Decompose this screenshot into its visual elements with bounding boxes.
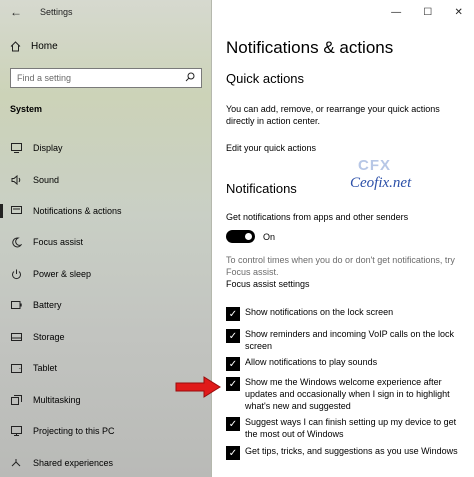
watermark-text: Ceofix.net	[350, 175, 412, 191]
projecting-icon	[11, 426, 22, 437]
home-icon	[10, 41, 21, 52]
sidebar-item-label: Multitasking	[33, 395, 81, 405]
minimize-icon[interactable]: —	[391, 7, 401, 18]
sidebar-item-power-sleep[interactable]: Power & sleep	[0, 264, 212, 284]
checkbox-lock-screen[interactable]: ✓ Show notifications on the lock screen	[226, 306, 466, 321]
sidebar-item-shared-experiences[interactable]: Shared experiences	[0, 453, 212, 473]
checkmark-icon[interactable]: ✓	[226, 417, 240, 431]
tablet-icon	[11, 363, 22, 374]
sidebar-item-focus-assist[interactable]: Focus assist	[0, 232, 212, 252]
toggle-state: On	[263, 232, 276, 242]
checkbox-suggest-setup[interactable]: ✓ Suggest ways I can finish setting up m…	[226, 416, 466, 440]
sidebar-item-tablet[interactable]: Tablet	[0, 358, 212, 378]
nav-home[interactable]: Home	[10, 41, 58, 52]
sidebar-item-battery[interactable]: Battery	[0, 295, 212, 315]
red-arrow-annotation	[175, 376, 221, 398]
sidebar-item-label: Storage	[33, 332, 65, 342]
sidebar-item-label: Shared experiences	[33, 458, 114, 468]
checkbox-label: Show notifications on the lock screen	[245, 307, 394, 317]
power-icon	[11, 269, 22, 280]
section-label-system: System	[10, 104, 43, 114]
checkbox-label: Show me the Windows welcome experience a…	[245, 377, 450, 411]
sidebar-item-projecting[interactable]: Projecting to this PC	[0, 421, 212, 441]
storage-icon	[11, 332, 22, 343]
navigation-pane: ← Settings Home System Display Sound Not…	[0, 0, 212, 477]
sidebar-item-label: Battery	[33, 300, 62, 310]
checkbox-reminders-voip[interactable]: ✓ Show reminders and incoming VoIP calls…	[226, 328, 466, 352]
sidebar-item-display[interactable]: Display	[0, 138, 212, 158]
checkmark-icon[interactable]: ✓	[226, 377, 240, 391]
notifications-heading: Notifications	[226, 181, 297, 196]
notifications-toggle[interactable]	[226, 230, 255, 243]
moon-icon	[11, 236, 22, 248]
sidebar-item-label: Focus assist	[33, 237, 84, 247]
back-arrow-icon[interactable]: ←	[10, 5, 22, 19]
home-label: Home	[31, 41, 58, 52]
notifications-icon	[11, 206, 22, 217]
multitasking-icon	[11, 395, 22, 406]
checkbox-tips-tricks[interactable]: ✓ Get tips, tricks, and suggestions as y…	[226, 445, 466, 460]
maximize-icon[interactable]: ☐	[423, 7, 432, 18]
sidebar-item-label: Projecting to this PC	[33, 426, 115, 436]
checkbox-label: Suggest ways I can finish setting up my …	[245, 417, 457, 439]
checkbox-welcome-experience[interactable]: ✓ Show me the Windows welcome experience…	[226, 376, 466, 412]
battery-icon	[11, 300, 22, 311]
focus-assist-settings-link[interactable]: Focus assist settings	[226, 278, 466, 290]
quick-actions-description: You can add, remove, or rearrange your q…	[226, 104, 440, 126]
sidebar-item-notifications[interactable]: Notifications & actions	[0, 201, 212, 221]
focus-assist-hint: To control times when you do or don't ge…	[226, 255, 455, 277]
window-controls: — ☐ ✕	[380, 3, 474, 21]
page-title: Notifications & actions	[226, 38, 394, 57]
checkmark-icon[interactable]: ✓	[226, 446, 240, 460]
search-box[interactable]	[10, 68, 202, 88]
window-title: Settings	[40, 7, 73, 17]
search-icon[interactable]	[185, 72, 195, 84]
search-input[interactable]	[17, 73, 167, 83]
checkmark-icon[interactable]: ✓	[226, 357, 240, 371]
sidebar-item-storage[interactable]: Storage	[0, 327, 212, 347]
checkbox-label: Get tips, tricks, and suggestions as you…	[245, 446, 458, 456]
display-icon	[11, 143, 22, 154]
sidebar-item-label: Tablet	[33, 363, 58, 373]
sound-icon	[11, 175, 22, 186]
notifications-toggle-label: Get notifications from apps and other se…	[226, 212, 409, 222]
sidebar-item-label: Sound	[33, 175, 60, 185]
title-bar: ← Settings	[0, 0, 212, 24]
checkmark-icon[interactable]: ✓	[226, 307, 240, 321]
sidebar-item-sound[interactable]: Sound	[0, 170, 212, 190]
sidebar-item-label: Display	[33, 143, 63, 153]
sidebar-item-label: Notifications & actions	[33, 206, 122, 216]
quick-actions-heading: Quick actions	[226, 71, 305, 86]
checkbox-label: Allow notifications to play sounds	[245, 357, 378, 367]
shared-icon	[11, 458, 22, 469]
close-icon[interactable]: ✕	[454, 7, 462, 18]
checkbox-label: Show reminders and incoming VoIP calls o…	[245, 329, 454, 351]
watermark-logo: CFX	[358, 157, 391, 174]
checkbox-play-sounds[interactable]: ✓ Allow notifications to play sounds	[226, 356, 466, 371]
checkmark-icon[interactable]: ✓	[226, 329, 240, 343]
sidebar-item-label: Power & sleep	[33, 269, 92, 279]
edit-quick-actions-link[interactable]: Edit your quick actions	[226, 142, 466, 154]
